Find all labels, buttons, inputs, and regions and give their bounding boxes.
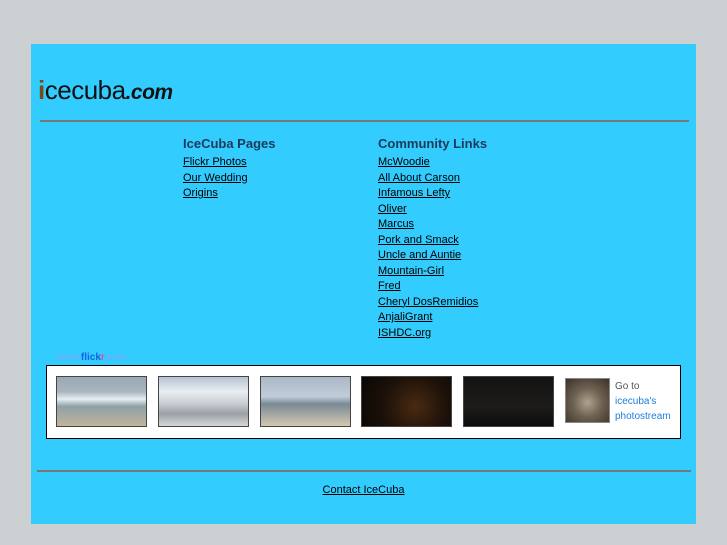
footer: Contact IceCuba	[31, 484, 696, 496]
goto-text: Go to	[615, 381, 640, 392]
icecuba-pages-heading: IceCuba Pages	[183, 136, 276, 151]
contact-link[interactable]: Contact IceCuba	[323, 484, 405, 496]
link-marcus[interactable]: Marcus	[378, 217, 487, 233]
header-divider	[40, 120, 689, 122]
photostream-link-line2[interactable]: photostream	[615, 409, 677, 424]
link-infamous-lefty[interactable]: Infamous Lefty	[378, 186, 487, 202]
link-pork-and-smack[interactable]: Pork and Smack	[378, 233, 487, 249]
photostream-link[interactable]: Go to icecuba's photostream	[615, 379, 677, 424]
photo-thumbnail-night-dark[interactable]	[463, 376, 554, 427]
link-mountain-girl[interactable]: Mountain-Girl	[378, 264, 487, 280]
link-flickr-photos[interactable]: Flickr Photos	[183, 155, 276, 171]
link-origins[interactable]: Origins	[183, 186, 276, 202]
link-mcwoodie[interactable]: McWoodie	[378, 155, 487, 171]
photo-thumbnail-beach-shore[interactable]	[260, 376, 351, 427]
link-oliver[interactable]: Oliver	[378, 202, 487, 218]
flickr-logo-prefix: www.	[57, 352, 81, 363]
link-cheryl-dosremidios[interactable]: Cheryl DosRemidios	[378, 295, 487, 311]
link-uncle-and-auntie[interactable]: Uncle and Auntie	[378, 248, 487, 264]
link-fred[interactable]: Fred	[378, 279, 487, 295]
flickr-logo[interactable]: www.flickr.com	[57, 352, 127, 363]
photo-thumbnail-beach-kids[interactable]	[56, 376, 147, 427]
page-container: icecuba.com IceCuba Pages Flickr Photos …	[31, 44, 696, 524]
link-all-about-carson[interactable]: All About Carson	[378, 171, 487, 187]
link-ishdc-org[interactable]: ISHDC.org	[378, 326, 487, 342]
flickr-logo-flick: flick	[80, 352, 101, 363]
site-logo[interactable]: icecuba.com	[38, 75, 173, 106]
link-our-wedding[interactable]: Our Wedding	[183, 171, 276, 187]
community-links-heading: Community Links	[378, 136, 488, 151]
footer-divider	[37, 470, 691, 472]
logo-tld: .com	[125, 81, 174, 104]
logo-name: cecuba	[44, 75, 126, 105]
photostream-link-line1[interactable]: icecuba's	[615, 394, 677, 409]
community-links-section: Community Links McWoodie All About Carso…	[378, 136, 487, 341]
link-anjaligrant[interactable]: AnjaliGrant	[378, 310, 487, 326]
icecuba-pages-section: IceCuba Pages Flickr Photos Our Wedding …	[183, 136, 276, 202]
photo-thumbnail-house-deck[interactable]	[158, 376, 249, 427]
buddy-icon-cat[interactable]	[565, 378, 610, 423]
flickr-badge: Go to icecuba's photostream	[46, 365, 681, 439]
flickr-logo-suffix: .com	[104, 352, 127, 363]
photo-thumbnail-night-campfire[interactable]	[361, 376, 452, 427]
logo-first-letter: i	[38, 75, 45, 105]
